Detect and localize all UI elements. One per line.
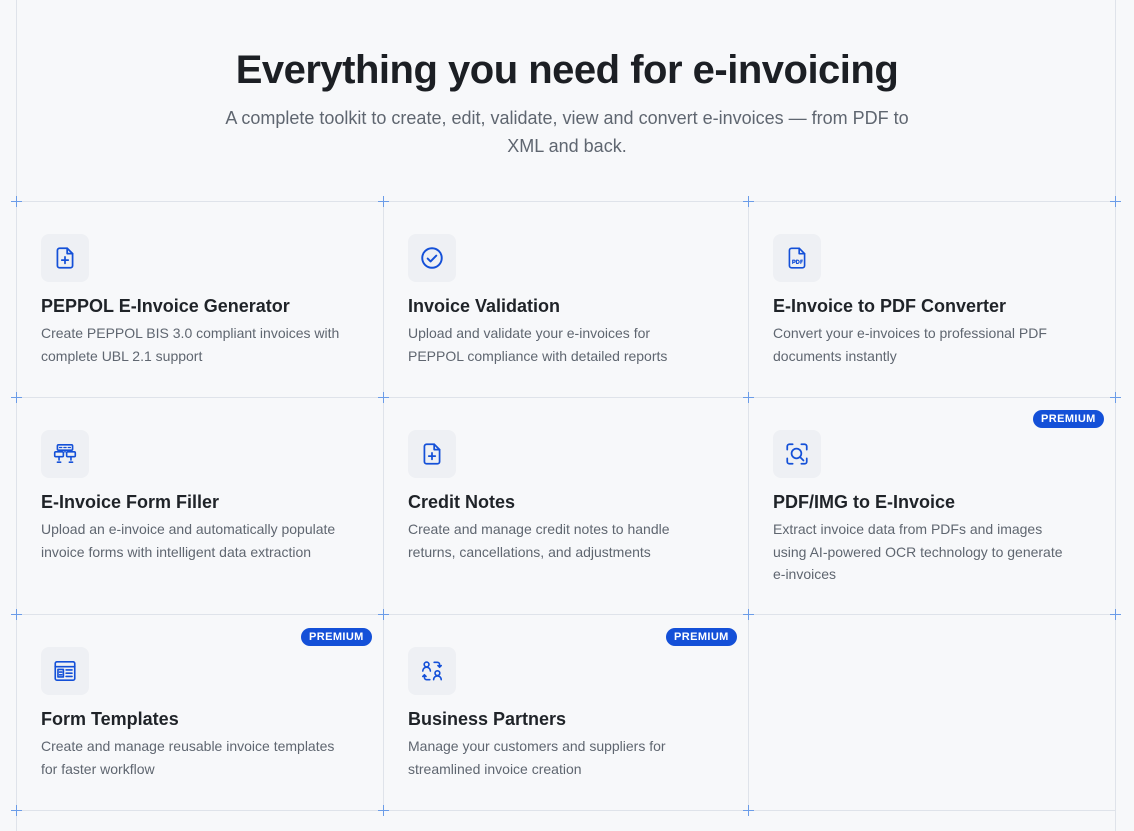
file-plus-icon bbox=[41, 234, 89, 282]
feature-description: Upload and validate your e-invoices for … bbox=[408, 325, 668, 364]
premium-badge: PREMIUM bbox=[1033, 410, 1104, 428]
form-fields-icon bbox=[41, 430, 89, 478]
plus-marker-icon bbox=[11, 196, 22, 207]
feature-card-credit-notes[interactable]: Credit Notes Create and manage credit no… bbox=[384, 430, 748, 563]
feature-description: Convert your e-invoices to professional … bbox=[773, 325, 1047, 364]
plus-marker-icon bbox=[11, 392, 22, 403]
scan-search-icon bbox=[773, 430, 821, 478]
feature-card-business-partners[interactable]: Business Partners Manage your customers … bbox=[384, 647, 748, 780]
plus-marker-icon bbox=[743, 805, 754, 816]
section-title: Everything you need for e-invoicing bbox=[235, 48, 899, 92]
plus-marker-icon bbox=[11, 805, 22, 816]
feature-title: Credit Notes bbox=[408, 492, 516, 512]
template-icon bbox=[41, 647, 89, 695]
file-pdf-icon bbox=[773, 234, 821, 282]
grid-line bbox=[16, 397, 1116, 398]
feature-description: Extract invoice data from PDFs and image… bbox=[773, 521, 1063, 582]
feature-title: Business Partners bbox=[408, 709, 567, 729]
grid-line bbox=[16, 810, 1116, 811]
plus-marker-icon bbox=[743, 196, 754, 207]
hero: Everything you need for e-invoicing A co… bbox=[0, 44, 1134, 160]
plus-marker-icon bbox=[1110, 392, 1121, 403]
file-plus-icon bbox=[408, 430, 456, 478]
feature-title: E-Invoice Form Filler bbox=[41, 492, 220, 512]
feature-title: E-Invoice to PDF Converter bbox=[773, 296, 1007, 316]
plus-marker-icon bbox=[378, 392, 389, 403]
feature-title: PDF/IMG to E-Invoice bbox=[773, 492, 956, 512]
plus-marker-icon bbox=[1110, 609, 1121, 620]
grid-line bbox=[16, 614, 1116, 615]
feature-card-invoice-validation[interactable]: Invoice Validation Upload and validate y… bbox=[384, 234, 748, 367]
users-exchange-icon bbox=[408, 647, 456, 695]
plus-marker-icon bbox=[11, 609, 22, 620]
feature-description: Create PEPPOL BIS 3.0 compliant invoices… bbox=[41, 325, 340, 364]
plus-marker-icon bbox=[378, 805, 389, 816]
feature-card-pdf-converter[interactable]: E-Invoice to PDF Converter Convert your … bbox=[749, 234, 1115, 367]
plus-marker-icon bbox=[1110, 196, 1121, 207]
plus-marker-icon bbox=[743, 609, 754, 620]
feature-description: Manage your customers and suppliers for … bbox=[408, 738, 666, 777]
feature-title: Invoice Validation bbox=[408, 296, 561, 316]
feature-description: Create and manage reusable invoice templ… bbox=[41, 738, 335, 777]
feature-description: Create and manage credit notes to handle… bbox=[408, 521, 670, 560]
plus-marker-icon bbox=[743, 392, 754, 403]
feature-card-form-templates[interactable]: Form Templates Create and manage reusabl… bbox=[17, 647, 383, 780]
plus-marker-icon bbox=[378, 609, 389, 620]
feature-title: Form Templates bbox=[41, 709, 179, 729]
features-section: Everything you need for e-invoicing A co… bbox=[0, 0, 1134, 831]
check-circle-icon bbox=[408, 234, 456, 282]
feature-description: Upload an e-invoice and automatically po… bbox=[41, 521, 336, 560]
feature-card-form-filler[interactable]: E-Invoice Form Filler Upload an e-invoic… bbox=[17, 430, 383, 563]
grid-line bbox=[16, 201, 1116, 202]
feature-card-pdf-img-to-einvoice[interactable]: PDF/IMG to E-Invoice Extract invoice dat… bbox=[749, 430, 1115, 586]
premium-badge: PREMIUM bbox=[666, 628, 737, 646]
plus-marker-icon bbox=[378, 196, 389, 207]
premium-badge: PREMIUM bbox=[301, 628, 372, 646]
feature-card-peppol-generator[interactable]: PEPPOL E-Invoice Generator Create PEPPOL… bbox=[17, 234, 383, 367]
section-subtitle: A complete toolkit to create, edit, vali… bbox=[225, 108, 909, 156]
feature-title: PEPPOL E-Invoice Generator bbox=[41, 296, 290, 316]
